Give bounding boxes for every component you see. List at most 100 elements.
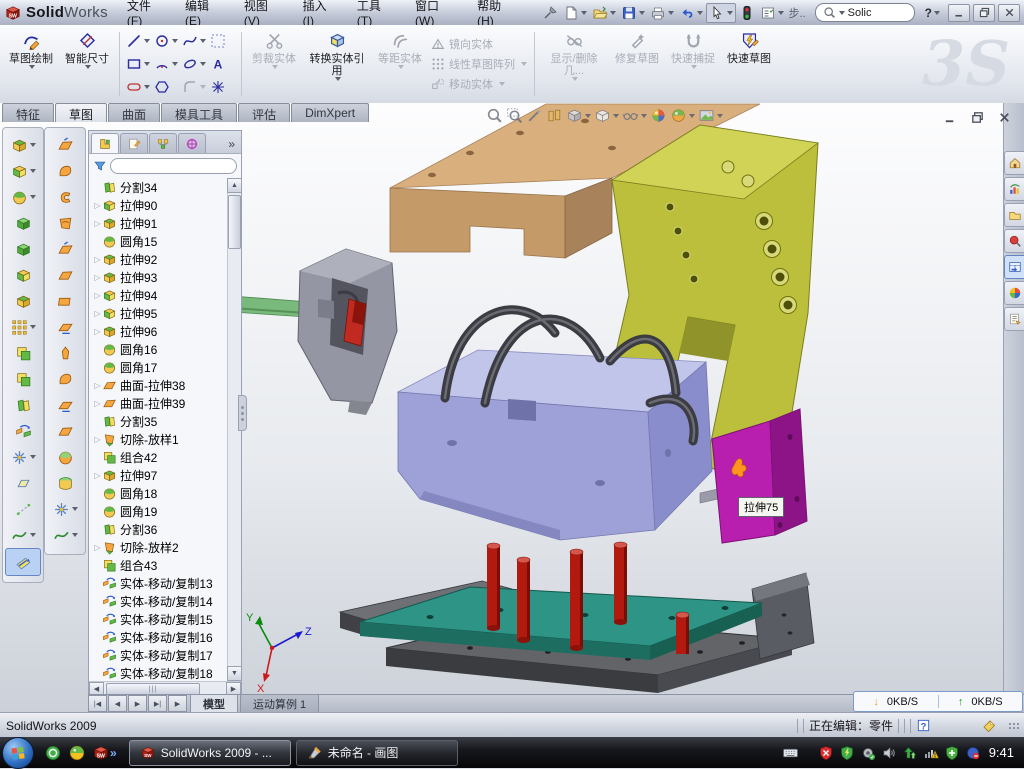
filter-input[interactable] (110, 158, 237, 174)
expand-arrow-icon[interactable]: ▷ (93, 255, 102, 264)
realview-icon[interactable] (650, 107, 667, 124)
spline-curve-caret[interactable] (30, 533, 36, 537)
智能尺寸-caret[interactable] (85, 65, 91, 69)
resize-grip[interactable] (1008, 722, 1020, 730)
palette-plane[interactable] (6, 470, 40, 496)
palette-knit-surface[interactable] (48, 496, 82, 522)
tag-icon[interactable] (981, 718, 997, 734)
palette-move-copy-body[interactable] (6, 418, 40, 444)
tab-特征[interactable]: 特征 (2, 103, 54, 122)
upload-tray-icon[interactable] (902, 745, 918, 761)
new-document-icon[interactable] (561, 4, 589, 22)
tab-草图[interactable]: 草图 (55, 103, 107, 122)
tab-曲面[interactable]: 曲面 (108, 103, 160, 122)
ellipse-tool-caret[interactable] (200, 62, 206, 66)
dynamic-view-icon[interactable] (526, 107, 543, 124)
restore-button[interactable] (973, 4, 995, 22)
select-icon-caret[interactable] (727, 11, 733, 15)
palette-reference-geometry[interactable] (6, 444, 40, 470)
expand-arrow-icon[interactable]: ▷ (93, 291, 102, 300)
cm-button-智能尺寸[interactable]: 智能尺寸 (60, 28, 114, 100)
hide-show-items-icon-caret[interactable] (641, 114, 647, 118)
palette-boundary-surface[interactable] (48, 236, 82, 262)
taskpane-appearances-scenes[interactable] (1004, 281, 1024, 305)
tree-item-分割35[interactable]: 分割35 (93, 412, 227, 430)
print-icon[interactable] (648, 4, 676, 22)
undo-icon-caret[interactable] (697, 11, 703, 15)
app-ball-icon[interactable] (68, 744, 86, 762)
tree-item-切除-放样2[interactable]: ▷切除-放样2 (93, 538, 227, 556)
palette-swept-surface[interactable] (48, 184, 82, 210)
line-tool-caret[interactable] (144, 39, 150, 43)
expand-arrow-icon[interactable]: ▷ (93, 327, 102, 336)
palette-combine-bodies[interactable] (6, 366, 40, 392)
featuremanager-tab[interactable] (91, 133, 119, 153)
extruded-boss-caret[interactable] (30, 143, 36, 147)
linear-pattern-caret[interactable] (30, 325, 36, 329)
freeform-caret[interactable] (72, 533, 78, 537)
arc-tool-caret[interactable] (172, 62, 178, 66)
palette-trim-surface[interactable] (48, 444, 82, 470)
expand-arrow-icon[interactable]: ▷ (93, 273, 102, 282)
line-tool[interactable] (125, 30, 152, 52)
fillet-caret[interactable] (30, 195, 36, 199)
palette-rib[interactable] (6, 340, 40, 366)
scroll-down-icon[interactable]: ▼ (227, 666, 241, 681)
taskpane-solidworks-search[interactable] (1004, 229, 1024, 253)
palette-instant3d[interactable] (5, 548, 41, 576)
appearance-icon-caret[interactable] (689, 114, 695, 118)
palette-planar-surface[interactable] (48, 288, 82, 314)
zoom-area-icon[interactable] (506, 107, 523, 124)
scene-icon[interactable] (698, 107, 723, 124)
circle-tool[interactable] (153, 30, 180, 52)
select-region-tool[interactable] (209, 30, 236, 52)
doc-restore-button[interactable] (970, 110, 985, 125)
cm-button-快速草图[interactable]: 快速草图 (722, 28, 776, 100)
taskpane-design-library[interactable] (1004, 177, 1024, 201)
circle-tool-caret[interactable] (172, 39, 178, 43)
palette-fillet[interactable] (6, 184, 40, 210)
view-orientation-icon-caret[interactable] (585, 114, 591, 118)
display-style-icon-caret[interactable] (613, 114, 619, 118)
tree-chevron[interactable]: » (224, 137, 239, 153)
undo-icon[interactable] (677, 4, 705, 22)
palette-thicken[interactable] (48, 470, 82, 496)
tree-item-实体-移动/复制13[interactable]: 实体-移动/复制13 (93, 574, 227, 592)
rectangle-tool-caret[interactable] (144, 62, 150, 66)
tree-item-拉伸92[interactable]: ▷拉伸92 (93, 250, 227, 268)
palette-ruled-surface[interactable] (48, 340, 82, 366)
update-tray-icon[interactable] (860, 745, 876, 761)
polygon-tool[interactable] (153, 76, 180, 98)
tree-item-曲面-拉伸38[interactable]: ▷曲面-拉伸38 (93, 376, 227, 394)
sketch-text-tool[interactable]: A (209, 53, 236, 75)
quick-launch-chevron[interactable]: » (110, 746, 117, 760)
appearance-icon[interactable] (670, 107, 695, 124)
keyboard-tray-icon[interactable] (782, 744, 799, 761)
defender-tray-icon[interactable] (944, 745, 960, 761)
tree-item-圆角19[interactable]: 圆角19 (93, 502, 227, 520)
tree-item-实体-移动/复制17[interactable]: 实体-移动/复制17 (93, 646, 227, 664)
tree-item-组合43[interactable]: 组合43 (93, 556, 227, 574)
tab-DimXpert[interactable]: DimXpert (291, 103, 369, 122)
security-tray-icon[interactable] (839, 745, 855, 761)
tree-item-圆角15[interactable]: 圆角15 (93, 232, 227, 250)
options-icon-caret[interactable] (778, 11, 784, 15)
volume-tray-icon[interactable] (881, 745, 897, 761)
palette-freeform[interactable] (48, 522, 82, 548)
tree-item-实体-移动/复制18[interactable]: 实体-移动/复制18 (93, 664, 227, 681)
tree-item-圆角16[interactable]: 圆角16 (93, 340, 227, 358)
scene-icon-caret[interactable] (717, 114, 723, 118)
expand-arrow-icon[interactable]: ▷ (93, 399, 102, 408)
save-icon-caret[interactable] (639, 11, 645, 15)
tree-item-拉伸95[interactable]: ▷拉伸95 (93, 304, 227, 322)
tree-item-分割36[interactable]: 分割36 (93, 520, 227, 538)
sync-tray-icon[interactable] (965, 745, 981, 761)
network-warning-tray-icon[interactable] (923, 745, 939, 761)
motion-nav-3[interactable]: ▶| (148, 695, 167, 712)
cm-button-草图绘制[interactable]: 草图绘制 (4, 28, 58, 100)
tree-item-曲面-拉伸39[interactable]: ▷曲面-拉伸39 (93, 394, 227, 412)
expand-arrow-icon[interactable]: ▷ (93, 219, 102, 228)
tree-item-分割34[interactable]: 分割34 (93, 178, 227, 196)
revolved-boss-caret[interactable] (30, 169, 36, 173)
messenger-icon[interactable] (44, 744, 62, 762)
